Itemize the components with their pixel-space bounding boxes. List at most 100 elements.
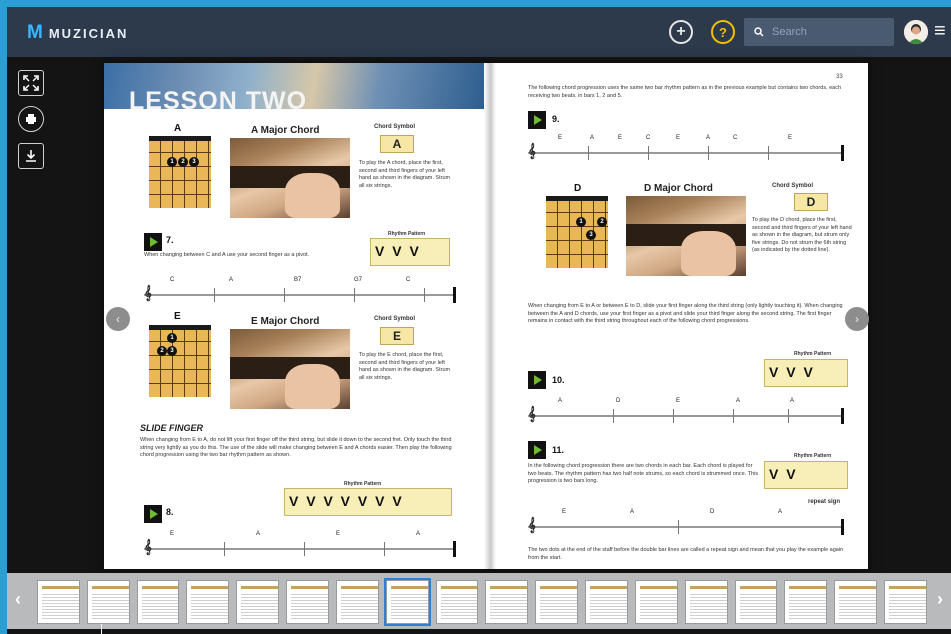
- chord-label: A: [416, 531, 421, 537]
- play-example-11-button[interactable]: [528, 441, 546, 459]
- finger-dot: 2: [597, 217, 607, 227]
- page-thumbnail[interactable]: [236, 580, 280, 624]
- logo-mark: M: [27, 22, 43, 43]
- top-bar: M MUZICIAN + ? ≡: [7, 7, 951, 57]
- chord-label: A: [630, 509, 635, 515]
- chord-label: C: [733, 135, 738, 141]
- d-chord-title: D Major Chord: [644, 183, 713, 194]
- chord-label: E: [788, 135, 793, 141]
- page-thumbnail[interactable]: [884, 580, 927, 624]
- search-input[interactable]: [772, 26, 882, 38]
- download-icon: [26, 150, 36, 162]
- a-chord-photo: [230, 138, 350, 218]
- rhythm-marks: V V V V V V V: [289, 493, 404, 509]
- chord-symbol-label: Chord Symbol: [374, 316, 416, 322]
- example-7-staff: 𝄞 C A B7 G7 C: [144, 277, 456, 307]
- chord-label: A: [229, 277, 234, 283]
- help-button[interactable]: ?: [711, 20, 735, 44]
- page-thumbnail[interactable]: [335, 580, 379, 624]
- play-example-7-button[interactable]: [144, 233, 162, 251]
- example-7-text: When changing between C and A use your s…: [144, 252, 310, 258]
- example-10-number: 10.: [552, 375, 565, 385]
- page-thumbnail[interactable]: [186, 580, 230, 624]
- example-10-rhythm: V V V: [764, 359, 848, 387]
- finger-dot: 1: [167, 157, 177, 167]
- chord-symbol-label: Chord Symbol: [772, 183, 814, 189]
- page-thumbnail[interactable]: [784, 580, 828, 624]
- repeat-sign-label: repeat sign: [808, 499, 841, 505]
- download-button[interactable]: [18, 143, 44, 169]
- d-chord-name: D: [574, 183, 582, 194]
- page-thumbnail[interactable]: [585, 580, 628, 624]
- finger-dot: 2: [178, 157, 188, 167]
- chord-label: A: [558, 398, 563, 404]
- play-example-8-button[interactable]: [144, 505, 162, 523]
- d-chord-photo: [626, 196, 746, 276]
- hamburger-icon: ≡: [934, 20, 946, 42]
- add-button[interactable]: +: [669, 20, 693, 44]
- play-example-9-button[interactable]: [528, 111, 546, 129]
- page-thumbnail[interactable]: [86, 580, 130, 624]
- example-8-staff: 𝄞 E A E A: [144, 531, 456, 561]
- example-11-number: 11.: [552, 445, 565, 455]
- rhythm-pattern-label: Rhythm Pattern: [794, 453, 832, 459]
- previous-page-button[interactable]: ‹: [106, 307, 130, 331]
- book-spread: LESSON TWO A 1 2 3 A Major Chord Chord S…: [104, 63, 868, 569]
- rhythm-marks: V V V: [375, 243, 421, 259]
- avatar-image: [904, 20, 928, 44]
- finger-dot: 3: [167, 346, 177, 356]
- example-9-number: 9.: [552, 114, 560, 124]
- d-chord-diagram: 1 2 3: [546, 196, 608, 268]
- e-chord-diagram: 2 3 1: [149, 325, 211, 397]
- page-thumbnail[interactable]: [286, 580, 329, 624]
- thumbnail-prev-button[interactable]: ‹: [15, 589, 21, 610]
- page-thumbnail[interactable]: [834, 580, 878, 624]
- repeat-sign-text: The two dots at the end of the staff bef…: [528, 547, 844, 561]
- chord-label: C: [646, 135, 651, 141]
- chord-label: A: [790, 398, 795, 404]
- page-thumbnail[interactable]: [136, 580, 180, 624]
- next-page-button[interactable]: ›: [845, 307, 869, 331]
- chord-symbol-label: Chord Symbol: [374, 124, 416, 130]
- page-thumbnail[interactable]: [37, 580, 80, 624]
- page-thumbnail[interactable]: [435, 580, 479, 624]
- chord-change-text: When changing from E to A or between E t…: [528, 303, 843, 324]
- chord-label: C: [170, 277, 175, 283]
- search-icon: [754, 27, 764, 37]
- print-button[interactable]: [18, 106, 44, 132]
- fullscreen-button[interactable]: [18, 70, 44, 96]
- page-thumbnail[interactable]: [383, 578, 431, 626]
- page-number: 33: [836, 74, 843, 80]
- chord-label: B7: [294, 277, 302, 283]
- page-thumbnail[interactable]: [485, 580, 529, 624]
- chord-label: G7: [354, 277, 363, 283]
- example-11-staff: 𝄞 E A D A: [528, 509, 844, 539]
- app-frame: M MUZICIAN + ? ≡: [7, 7, 951, 634]
- e-chord-photo: [230, 329, 350, 409]
- e-chord-name: E: [174, 311, 181, 322]
- a-chord-title: A Major Chord: [251, 125, 320, 136]
- e-chord-title: E Major Chord: [251, 316, 320, 327]
- play-example-10-button[interactable]: [528, 371, 546, 389]
- rhythm-pattern-label: Rhythm Pattern: [388, 231, 426, 237]
- user-avatar[interactable]: [904, 20, 928, 44]
- mouse-cursor: [101, 624, 102, 634]
- page-thumbnail[interactable]: [734, 580, 778, 624]
- menu-button[interactable]: ≡: [934, 20, 951, 42]
- example-8-rhythm: V V V V V V V: [284, 488, 452, 516]
- chevron-right-icon: ›: [937, 589, 943, 609]
- a-chord-diagram: 1 2 3: [149, 136, 211, 208]
- help-icon: ?: [719, 24, 727, 40]
- plus-circle-icon: +: [676, 23, 686, 40]
- app-logo[interactable]: M MUZICIAN: [27, 22, 128, 44]
- chord-label: E: [170, 531, 175, 537]
- page-thumbnail[interactable]: [535, 580, 579, 624]
- logo-text: MUZICIAN: [48, 25, 129, 41]
- thumbnail-next-button[interactable]: ›: [937, 589, 943, 610]
- finger-dot: 3: [586, 230, 596, 240]
- page-thumbnail[interactable]: [684, 580, 728, 624]
- chord-label: D: [710, 509, 715, 515]
- example-9-staff: 𝄞 E A E C E A C E: [528, 135, 844, 165]
- example-8-number: 8.: [166, 507, 174, 517]
- page-thumbnail[interactable]: [634, 580, 678, 624]
